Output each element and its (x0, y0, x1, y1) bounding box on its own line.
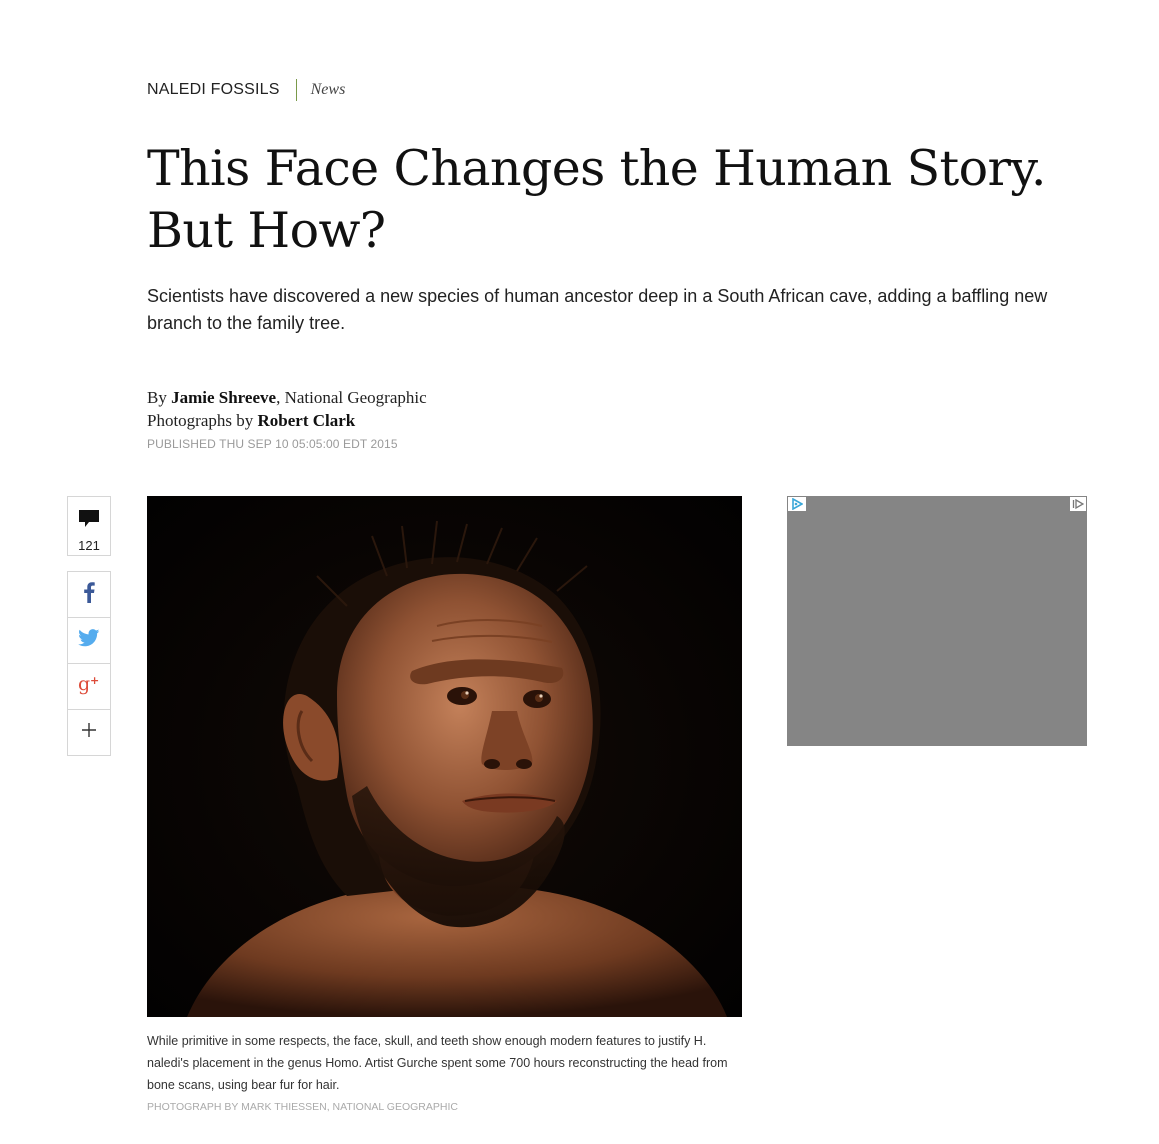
by-prefix: By (147, 388, 167, 407)
photos-prefix: Photographs by (147, 411, 254, 430)
byline: By Jamie Shreeve, National Geographic Ph… (147, 386, 427, 432)
ad-info-icon[interactable] (1070, 497, 1086, 511)
article-type-label: News (310, 81, 346, 98)
svg-text:+: + (90, 674, 99, 687)
advertisement[interactable] (787, 496, 1087, 746)
google-plus-share-button[interactable]: g + (68, 664, 110, 710)
twitter-icon (78, 629, 100, 652)
more-share-button[interactable] (68, 710, 110, 755)
facebook-icon (83, 581, 95, 608)
svg-text:g: g (78, 673, 90, 695)
adchoices-icon[interactable] (788, 497, 806, 511)
facebook-share-button[interactable] (68, 572, 110, 618)
author-link[interactable]: Jamie Shreeve (171, 388, 276, 407)
plus-icon (81, 722, 97, 743)
photo-caption: While primitive in some respects, the fa… (147, 1034, 728, 1092)
author-org: , National Geographic (276, 388, 427, 407)
hero-photo (147, 496, 742, 1017)
comments-button[interactable]: 121 (67, 496, 111, 556)
published-date: PUBLISHED THU SEP 10 05:05:00 EDT 2015 (147, 437, 398, 451)
google-plus-icon: g + (77, 673, 101, 700)
kicker-divider (295, 79, 297, 101)
comment-icon (78, 509, 100, 533)
share-rail: g + (67, 571, 111, 756)
comment-count: 121 (78, 538, 100, 553)
photo-credit: PHOTOGRAPH BY MARK THIESSEN, NATIONAL GE… (147, 1101, 458, 1113)
section-link[interactable]: NALEDI FOSSILS (147, 81, 280, 99)
page-title: This Face Changes the Human Story. But H… (147, 140, 1047, 259)
photographer-link[interactable]: Robert Clark (258, 411, 356, 430)
article-kicker: NALEDI FOSSILS News (147, 79, 345, 101)
author-line: By Jamie Shreeve, National Geographic (147, 386, 427, 409)
article-dek: Scientists have discovered a new species… (147, 286, 1048, 333)
photographer-line: Photographs by Robert Clark (147, 409, 427, 432)
twitter-share-button[interactable] (68, 618, 110, 664)
